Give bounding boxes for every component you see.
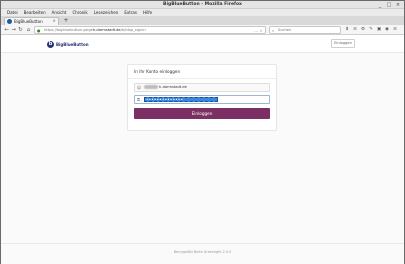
- url-bar[interactable]: ● https://bigbluebutton.gsigeh-darmstadt…: [34, 26, 266, 34]
- title-bar: BigBlueButton - Mozilla Firefox _ □ ×: [1, 1, 404, 9]
- tab-bigbluebutton[interactable]: BigBlueButton ×: [4, 17, 59, 25]
- url-actions-icon[interactable]: … ☆: [254, 27, 263, 34]
- tab-close-icon[interactable]: ×: [52, 18, 56, 25]
- search-input[interactable]: [278, 27, 338, 33]
- favicon-icon: [7, 19, 12, 24]
- toolbar-icons: ⬇ ≡ ⚙ ✎ ▣ ◉ ≡: [344, 26, 398, 34]
- url-text: https://bigbluebutton.gsigeh-darmstadt.d…: [44, 28, 146, 32]
- logo-mark-icon: b: [47, 40, 54, 48]
- downloads-icon[interactable]: ⬇: [344, 26, 350, 34]
- page-header: b BigBlueButton Einloggen: [1, 35, 404, 53]
- home-button[interactable]: ⌂: [25, 26, 32, 34]
- search-box[interactable]: ⌕: [269, 26, 341, 34]
- password-mask: ••••••••••••••: [146, 97, 184, 102]
- library-icon[interactable]: ≡: [352, 26, 358, 34]
- menu-lesezeichen[interactable]: Lesezeichen: [91, 9, 122, 16]
- forward-button[interactable]: →: [10, 26, 17, 34]
- user-icon: ☺: [137, 85, 142, 90]
- screenshot-icon[interactable]: ▣: [376, 26, 382, 34]
- hamburger-menu-icon[interactable]: ≡: [392, 26, 398, 34]
- tab-label: BigBlueButton: [14, 19, 43, 24]
- browser-window: BigBlueButton - Mozilla Firefox _ □ × Da…: [0, 0, 405, 264]
- reload-button[interactable]: ↻: [17, 26, 24, 34]
- bigbluebutton-logo[interactable]: b BigBlueButton: [47, 40, 89, 48]
- menu-hilfe[interactable]: Hilfe: [140, 9, 155, 16]
- menu-bearbeiten[interactable]: Bearbeiten: [21, 9, 49, 16]
- login-card: In Ihr Konto einloggen ☺ h-darmstadt.de …: [127, 64, 277, 131]
- login-card-title: In Ihr Konto einloggen: [134, 69, 181, 74]
- menu-ansicht[interactable]: Ansicht: [49, 9, 70, 16]
- logo-text: BigBlueButton: [56, 41, 89, 47]
- lock-icon: ●: [37, 28, 41, 33]
- key-icon: ⚿: [137, 97, 141, 102]
- tab-bar: BigBlueButton × +: [1, 16, 404, 25]
- password-field[interactable]: ⚿ ••••••••••••••: [134, 95, 270, 104]
- extension-icon[interactable]: ◉: [384, 26, 390, 34]
- menu-extras[interactable]: Extras: [121, 9, 140, 16]
- search-icon: ⌕: [272, 28, 275, 33]
- menu-bar: Datei Bearbeiten Ansicht Chronik Lesezei…: [1, 9, 404, 16]
- back-button[interactable]: ←: [3, 26, 10, 34]
- card-divider: [128, 78, 276, 79]
- menu-chronik[interactable]: Chronik: [69, 9, 90, 16]
- menu-datei[interactable]: Datei: [4, 9, 21, 16]
- login-button[interactable]: Einloggen: [134, 108, 270, 119]
- redacted-username: [144, 85, 158, 89]
- navigation-bar: ← → ↻ ⌂ ● https://bigbluebutton.gsigeh-d…: [1, 25, 404, 35]
- header-signin-button[interactable]: Einloggen: [331, 39, 355, 48]
- settings-icon[interactable]: ⚙: [360, 26, 366, 34]
- close-window-button[interactable]: ×: [395, 2, 401, 8]
- window-title: BigBlueButton - Mozilla Firefox: [163, 2, 242, 7]
- username-value: h-darmstadt.de: [144, 84, 187, 91]
- footer-text: BerryginBtl Binte Greenlight 2.9.0: [173, 250, 232, 254]
- new-tab-button[interactable]: +: [62, 17, 70, 24]
- minimize-button[interactable]: _: [377, 2, 383, 8]
- page-footer: BerryginBtl Binte Greenlight 2.9.0: [1, 243, 404, 264]
- window-controls: _ □ ×: [377, 2, 401, 8]
- edit-icon[interactable]: ✎: [368, 26, 374, 34]
- maximize-button[interactable]: □: [386, 2, 392, 8]
- page-content: b BigBlueButton Einloggen In Ihr Konto e…: [1, 35, 404, 264]
- username-field[interactable]: ☺ h-darmstadt.de: [134, 83, 270, 92]
- password-selection: ••••••••••••••: [144, 97, 218, 102]
